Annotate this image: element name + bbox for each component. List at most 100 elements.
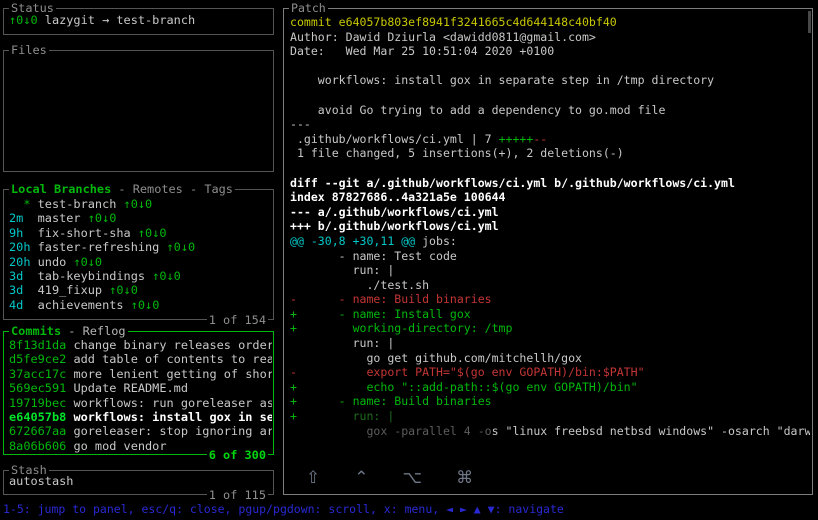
text-segment: - (182, 182, 205, 196)
text-segment: ↑0↓0 (137, 225, 167, 240)
commits-panel-tabs: Commits - Reflog (9, 324, 128, 338)
text-segment: .github/workflows/ci.yml | 7 (290, 131, 499, 146)
branch-row[interactable]: 2m master ↑0↓0 (9, 211, 272, 225)
text-segment: ↑0↓0 (166, 240, 196, 255)
branch-row[interactable]: 20h undo ↑0↓0 (9, 255, 272, 269)
text-segment: master (37, 211, 88, 226)
commit-message: workflows: run goreleaser as (66, 395, 272, 410)
files-panel[interactable]: Files (3, 43, 274, 172)
text-segment: + working-directory: /tmp (290, 321, 513, 336)
text-segment: commit e64057b803ef8941f3241665c4d644148… (290, 15, 617, 29)
files-panel-title: Files (9, 43, 49, 57)
text-segment: index 87827686..4a321a5e 100644 (290, 190, 506, 205)
branch-row[interactable]: 20h faster-refreshing ↑0↓0 (9, 240, 272, 254)
text-segment: run: | (290, 336, 395, 351)
text-segment: ↑0↓0 (73, 254, 103, 269)
patch-line: workflows: install gox in separate step … (290, 73, 810, 88)
stash-count: 1 of 115 (206, 488, 268, 502)
tab-reflog[interactable]: Reflog (83, 324, 126, 338)
patch-line: commit e64057b803ef8941f3241665c4d644148… (290, 15, 810, 30)
stash-panel[interactable]: Stash autostash 1 of 115 (3, 463, 274, 502)
commit-row[interactable]: 19719bec workflows: run goreleaser as (9, 396, 272, 410)
tab-commits[interactable]: Commits (11, 324, 61, 338)
commit-row[interactable]: 8f13d1da change binary releases order (9, 338, 272, 352)
patch-line: go get github.com/mitchellh/gox (290, 351, 810, 366)
text-segment: achievements (37, 297, 131, 312)
text-segment: autostash (9, 474, 74, 488)
commit-message: goreleaser: stop ignoring ar (66, 424, 272, 439)
text-segment: avoid Go trying to add a dependency to g… (290, 102, 666, 117)
bottom-bar: 1-5: jump to panel, esc/q: close, pgup/p… (0, 501, 818, 520)
patch-line: @@ -30,8 +30,11 @@ jobs: (290, 234, 810, 249)
commit-row[interactable]: 37acc17c more lenient getting of shor (9, 367, 272, 381)
patch-line: +++ b/.github/workflows/ci.yml (290, 219, 810, 234)
patch-line: + - name: Build binaries (290, 394, 810, 409)
tab-tags[interactable]: Tags (204, 182, 233, 196)
option-icon: ⌥ (402, 468, 423, 488)
text-segment: 3d (9, 283, 38, 298)
status-line: ↑0↓0 lazygit → test-branch (9, 13, 272, 27)
patch-line: + echo "::add-path::$(go env GOPATH)/bin… (290, 380, 810, 395)
branch-row[interactable]: 4d achievements ↑0↓0 (9, 298, 272, 312)
commits-panel[interactable]: Commits - Reflog 8f13d1da change binary … (3, 324, 274, 462)
commit-message: more lenient getting of shor (66, 366, 272, 381)
branches-count: 1 of 154 (206, 313, 268, 327)
text-segment: 9h (9, 225, 38, 240)
branch-row[interactable]: * test-branch ↑0↓0 (9, 197, 272, 211)
text-segment: Date: Wed Mar 25 10:51:04 2020 +0100 (290, 44, 555, 59)
text-segment: run: | (290, 263, 395, 278)
commit-row[interactable]: 569ec591 Update README.md (9, 381, 272, 395)
patch-panel[interactable]: Patch commit e64057b803ef8941f3241665c4d… (283, 1, 813, 495)
text-segment: - - name: Build binaries (290, 292, 492, 307)
text-segment: ↑0↓0 (123, 197, 153, 211)
commit-message: go mod vendor (66, 438, 167, 453)
commit-message: Update README.md (66, 381, 188, 396)
commit-hash: 569ec591 (9, 381, 67, 396)
patch-line: avoid Go trying to add a dependency to g… (290, 103, 810, 118)
branches-panel-tabs: Local Branches - Remotes - Tags (9, 182, 235, 196)
stash-item[interactable]: autostash (9, 474, 272, 488)
status-panel[interactable]: Status ↑0↓0 lazygit → test-branch (3, 1, 274, 35)
patch-line: gox -parallel 4 -os "linux freebsd netbs… (290, 424, 810, 439)
keybindings-hint: 1-5: jump to panel, esc/q: close, pgup/p… (3, 502, 564, 516)
lazygit-screen: Status ↑0↓0 lazygit → test-branch Files … (0, 0, 818, 520)
text-segment: 20h (9, 254, 38, 269)
commit-row[interactable]: 672667aa goreleaser: stop ignoring ar (9, 424, 272, 438)
patch-line: - export PATH="$(go env GOPATH)/bin:$PAT… (290, 365, 810, 380)
patch-line: + working-directory: /tmp (290, 321, 810, 336)
commit-hash: 19719bec (9, 395, 67, 410)
tab-local-branches[interactable]: Local Branches (11, 182, 111, 196)
patch-line (290, 161, 810, 176)
text-segment: + - name: Build binaries (290, 394, 492, 409)
patch-line: .github/workflows/ci.yml | 7 +++++-- (290, 132, 810, 147)
shift-icon: ⇧ (306, 468, 321, 488)
commit-row[interactable]: d5fe9ce2 add table of contents to rea (9, 352, 272, 366)
commit-hash: 8a06b606 (9, 438, 67, 453)
tab-remotes[interactable]: Remotes (133, 182, 183, 196)
patch-line (290, 88, 810, 103)
patch-line (290, 59, 810, 74)
text-segment: ↑0↓0 (109, 283, 138, 298)
patch-line: + - name: Install gox (290, 307, 810, 322)
text-segment: tab-keybindings (37, 268, 153, 283)
text-segment: 2m (9, 211, 38, 226)
text-segment: + (290, 409, 297, 424)
text-segment: faster-refreshing (37, 240, 167, 255)
branches-panel[interactable]: Local Branches - Remotes - Tags * test-b… (3, 182, 274, 327)
text-segment: ↑0↓0 (152, 268, 181, 283)
text-segment: lazygit → test-branch (37, 13, 196, 27)
branch-row[interactable]: 9h fix-short-sha ↑0↓0 (9, 226, 272, 240)
commit-row[interactable]: e64057b8 workflows: install gox in se (9, 410, 272, 424)
patch-line: - name: Test code (290, 249, 810, 264)
text-segment: - export PATH="$(go env GOPATH)/bin:$PAT… (290, 365, 645, 380)
commit-message: add table of contents to rea (66, 352, 272, 367)
branch-row[interactable]: 3d 419_fixup ↑0↓0 (9, 283, 272, 297)
branch-row[interactable]: 3d tab-keybindings ↑0↓0 (9, 269, 272, 283)
text-segment: run: | (296, 409, 395, 424)
text-segment: test-branch (37, 197, 124, 211)
text-segment: fix-short-sha (37, 225, 138, 240)
commit-hash: 37acc17c (9, 366, 67, 381)
text-segment: + - name: Install gox (290, 306, 471, 321)
text-segment: ./test.sh (290, 277, 430, 292)
text-segment: undo (37, 254, 74, 269)
